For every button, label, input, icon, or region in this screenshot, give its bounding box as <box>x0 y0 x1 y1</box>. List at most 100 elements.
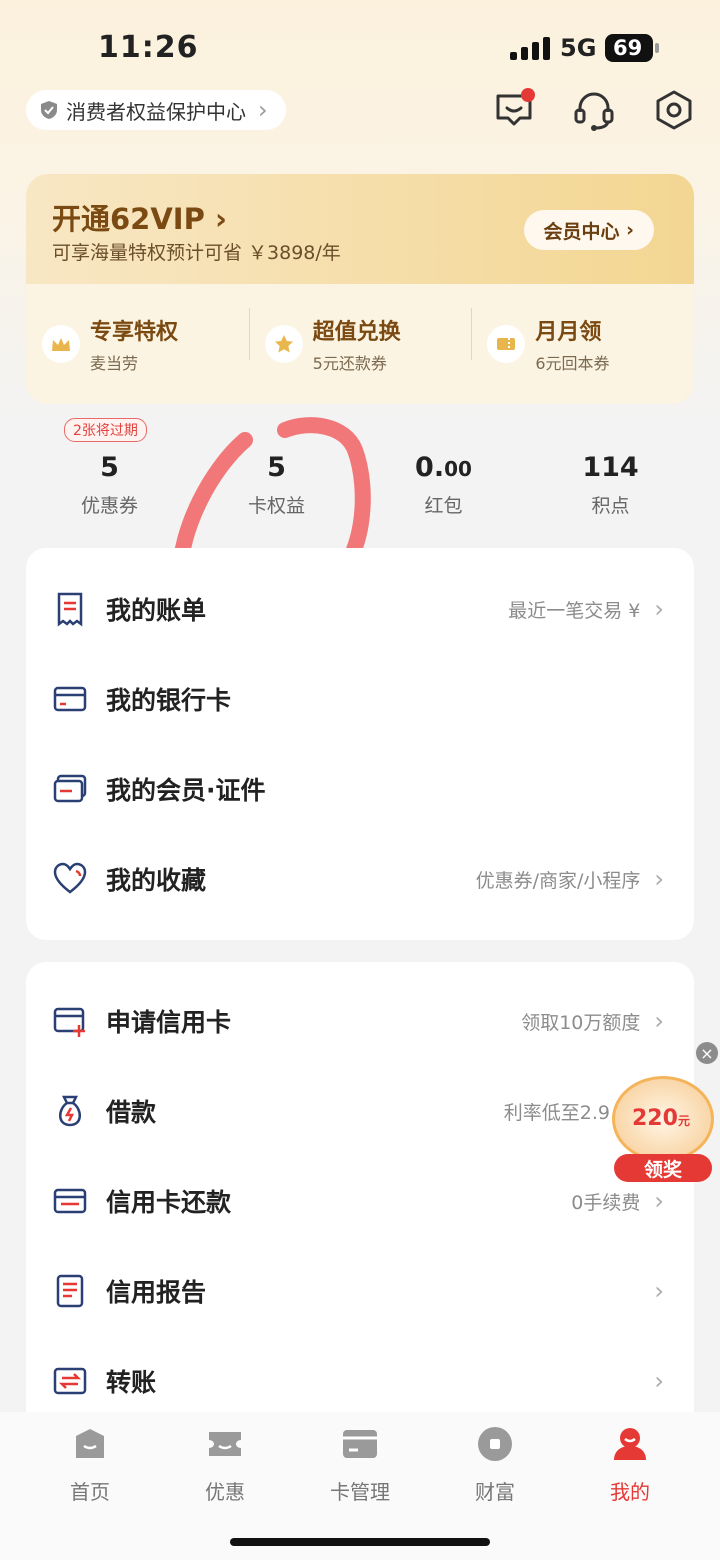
prize-amount-value: 220 <box>632 1106 678 1131</box>
list-item-title: 转账 <box>106 1368 157 1397</box>
chevron-right-icon: › <box>654 1007 664 1035</box>
list-item-credit-repay[interactable]: 信用卡还款 0手续费 › <box>26 1156 694 1246</box>
status-time: 11:26 <box>98 30 199 65</box>
home-indicator[interactable] <box>230 1538 490 1546</box>
prize-widget[interactable]: 220元 领奖 <box>612 1076 714 1182</box>
list-item-member-cert[interactable]: 我的会员·证件 <box>26 744 694 834</box>
vip-card[interactable]: 开通62VIP › 可享海量特权预计可省 ￥3898/年 会员中心 › 专享特权… <box>26 174 694 404</box>
list-item-right: 领取10万额度 <box>521 1011 641 1034</box>
tab-card-manage[interactable]: 卡管理 <box>300 1412 420 1505</box>
signal-icon <box>510 36 550 60</box>
list-item-title: 借款 <box>106 1098 157 1127</box>
repay-icon <box>53 1188 87 1214</box>
perk-sub: 6元回本券 <box>535 354 610 373</box>
transfer-icon <box>53 1367 87 1395</box>
tab-offers[interactable]: 优惠 <box>165 1412 285 1505</box>
list-item-favorites[interactable]: 我的收藏 优惠券/商家/小程序 › <box>26 834 694 924</box>
list-item-apply-credit-card[interactable]: 申请信用卡 领取10万额度 › <box>26 976 694 1066</box>
list-item-title: 我的会员·证件 <box>106 776 266 805</box>
account-list-card: 我的账单 最近一笔交易 ¥ › 我的银行卡 我的会员·证件 我的收藏 优惠券/商家… <box>26 548 694 940</box>
vip-title[interactable]: 开通62VIP › <box>52 196 227 238</box>
settings-icon[interactable] <box>650 86 698 134</box>
list-item-right: 最近一笔交易 ¥ <box>508 599 641 622</box>
list-item-detail: › <box>650 1367 664 1395</box>
tab-label: 优惠 <box>205 1480 245 1504</box>
coupon-icon <box>209 1432 241 1456</box>
chevron-right-icon: › <box>626 219 634 241</box>
chevron-right-icon: › <box>258 96 268 124</box>
chevron-right-icon: › <box>654 1187 664 1215</box>
list-item-right: 0手续费 <box>571 1191 641 1214</box>
tab-label: 财富 <box>475 1480 515 1504</box>
stat-points[interactable]: 114 积点 <box>527 420 694 530</box>
list-item-right: 优惠券/商家/小程序 <box>475 869 641 892</box>
tab-label: 卡管理 <box>330 1480 390 1504</box>
perk-monthly[interactable]: 月月领 6元回本券 <box>471 284 694 404</box>
apply-card-icon <box>53 1007 85 1037</box>
stat-label: 积点 <box>591 495 630 517</box>
list-item-bank-card[interactable]: 我的银行卡 <box>26 654 694 744</box>
services-list-card: 申请信用卡 领取10万额度 › 借款 利率低至2.9 信用卡还款 0手续费 › 信用… <box>26 962 694 1432</box>
list-item-detail: 0手续费 › <box>571 1187 664 1215</box>
list-item-detail: 优惠券/商家/小程序 › <box>476 865 664 893</box>
perk-sub: 5元还款券 <box>312 354 387 373</box>
battery-level: 69 <box>613 36 643 60</box>
perk-title: 超值兑换 <box>312 320 401 345</box>
consumer-protection-button[interactable]: 消费者权益保护中心 › <box>26 90 286 130</box>
shield-icon <box>41 101 57 119</box>
star-icon <box>264 325 303 363</box>
perk-exchange[interactable]: 超值兑换 5元还款券 <box>248 284 472 404</box>
chevron-right-icon: › <box>654 865 664 893</box>
expire-badge: 2张将过期 <box>64 418 147 442</box>
claim-prize-button[interactable]: 领奖 <box>614 1154 712 1182</box>
tab-label: 我的 <box>610 1480 650 1504</box>
list-item-title: 我的收藏 <box>106 866 207 895</box>
list-item-right: 利率低至2.9 <box>503 1101 610 1124</box>
prize-amount-unit: 元 <box>677 1114 690 1128</box>
loan-bag-icon <box>59 1095 81 1127</box>
chevron-right-icon: › <box>654 595 664 623</box>
heart-icon <box>53 862 87 894</box>
list-item-title: 信用报告 <box>106 1278 207 1307</box>
chevron-right-icon: › <box>654 1277 664 1305</box>
perk-title: 专享特权 <box>90 320 179 345</box>
vip-subtitle: 可享海量特权预计可省 ￥3898/年 <box>52 242 341 264</box>
consumer-protection-label: 消费者权益保护中心 <box>66 99 246 124</box>
tab-mine[interactable]: 我的 <box>570 1412 690 1505</box>
stat-value-main: 0. <box>415 452 445 483</box>
user-icon <box>614 1428 646 1460</box>
list-item-detail: 最近一笔交易 ¥ › <box>508 595 664 623</box>
list-item-title: 申请信用卡 <box>106 1008 232 1037</box>
report-icon <box>56 1274 84 1308</box>
close-prize-button[interactable]: × <box>696 1042 718 1064</box>
card-icon <box>343 1430 377 1458</box>
prize-amount: 220元 <box>632 1106 690 1131</box>
list-item-detail: › <box>650 1277 664 1305</box>
member-center-button[interactable]: 会员中心 › <box>523 210 654 250</box>
customer-service-icon[interactable] <box>570 86 618 134</box>
vip-title-text: 开通62VIP <box>52 202 205 236</box>
network-type: 5G <box>560 34 597 62</box>
battery-icon: 69 <box>605 34 659 62</box>
list-item-bill[interactable]: 我的账单 最近一笔交易 ¥ › <box>26 564 694 654</box>
perk-sub: 麦当劳 <box>90 354 139 373</box>
list-item-title: 我的银行卡 <box>106 686 232 715</box>
list-item-detail: 利率低至2.9 <box>504 1098 610 1125</box>
perk-title: 月月领 <box>535 320 602 345</box>
list-item-credit-report[interactable]: 信用报告 › <box>26 1246 694 1336</box>
stat-value: 114 <box>582 452 639 483</box>
bill-icon <box>57 592 83 627</box>
vip-perks: 专享特权 麦当劳 超值兑换 5元还款券 月月领 6元回本券 <box>26 284 694 404</box>
member-card-icon <box>53 774 87 803</box>
message-icon[interactable] <box>490 86 538 134</box>
tab-label: 首页 <box>70 1480 110 1504</box>
list-item-loan[interactable]: 借款 利率低至2.9 <box>26 1066 694 1156</box>
tab-wealth[interactable]: 财富 <box>435 1412 555 1505</box>
stat-value-decimal: 00 <box>444 457 472 481</box>
coin-icon <box>478 1427 512 1461</box>
list-item-title: 我的账单 <box>106 596 207 625</box>
tab-home[interactable]: 首页 <box>30 1412 150 1505</box>
list-item-detail: 领取10万额度 › <box>521 1007 664 1035</box>
perk-exclusive[interactable]: 专享特权 麦当劳 <box>26 284 249 404</box>
crown-icon <box>42 325 80 363</box>
